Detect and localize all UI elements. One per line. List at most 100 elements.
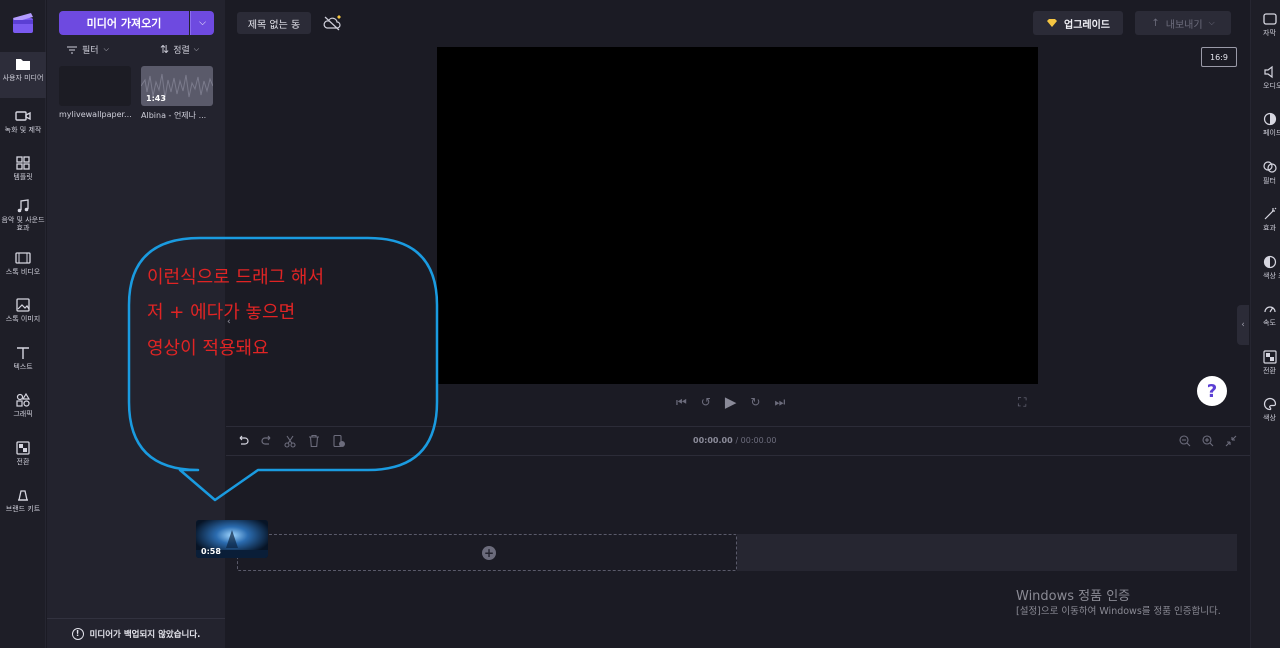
skip-forward-icon[interactable]: ⏭ [774,395,785,410]
panel-label: 색상 [1263,414,1276,422]
nav-text[interactable]: 텍스트 [0,341,46,387]
redo-icon[interactable] [260,434,274,448]
panel-audio[interactable]: 오디오 [1251,65,1280,109]
upload-icon: ↑ [1151,17,1160,29]
media-item-name: mylivewallpaper... [59,110,132,119]
music-icon [17,199,29,213]
scissors-icon[interactable] [283,434,297,448]
trash-icon[interactable] [307,434,321,448]
sort-button[interactable]: ⇅ 정렬 ⌵ [160,43,199,56]
panel-color-adjust[interactable]: 색상 조정 [1251,255,1280,299]
nav-graphics[interactable]: 그래픽 [0,388,46,434]
project-title-input[interactable]: 제목 없는 동 [237,12,311,34]
nav-label: 그래픽 [13,410,33,418]
zoom-in-icon[interactable] [1201,434,1215,448]
sort-icon: ⇅ [160,43,170,56]
nav-stock-images[interactable]: 스톡 이미지 [0,293,46,339]
panel-fade[interactable]: 페이드 [1251,112,1280,156]
right-panel-collapse-tab[interactable]: ‹ [1237,305,1249,345]
panel-label: 효과 [1263,224,1276,232]
fullscreen-icon[interactable]: ⛶ [1018,395,1026,410]
aspect-ratio-button[interactable]: 16:9 [1201,47,1237,67]
app-logo-icon[interactable] [11,12,35,34]
annotation-line-3: 영상이 적용돼요 [147,338,269,359]
upgrade-button[interactable]: 업그레이드 [1033,11,1123,35]
panel-label: 페이드 [1263,129,1280,137]
chevron-down-icon: ⌵ [193,45,200,53]
filter-icon [67,45,77,54]
import-dropdown-button[interactable]: ⌵ [190,11,214,35]
nav-stock-video[interactable]: 스톡 비디오 [0,246,46,292]
export-label: 내보내기 [1165,19,1203,31]
panel-captions[interactable]: 자막 [1251,12,1280,56]
backup-notice-text: 미디어가 백업되지 않았습니다. [89,629,201,640]
nav-label: 브랜드 키트 [5,505,41,513]
windows-activation-subtitle: [설정]으로 이동하여 Windows를 정품 인증합니다. [1016,606,1221,617]
nav-transitions[interactable]: 전환 [0,436,46,482]
import-media-button[interactable]: 미디어 가져오기 [59,11,189,35]
chevron-down-icon: ⌵ [1208,18,1215,27]
speaker-icon [1264,65,1273,79]
zoom-out-icon[interactable] [1178,434,1192,448]
camera-icon [15,111,31,121]
nav-your-media[interactable]: 사용자 미디어 [0,52,46,98]
nav-music-sfx[interactable]: 음악 및 사운드 효과 [0,194,46,240]
current-time: 00:00.00 [693,436,733,445]
effects-icon [1264,207,1277,220]
skip-back-icon[interactable]: ⏮ [676,395,687,410]
timeline-track[interactable] [737,534,1237,571]
color-adjust-icon [1263,255,1277,269]
clipchamp-editor: 사용자 미디어 녹화 및 제작 템플릿 음악 및 사운드 효과 스톡 비디오 스… [0,0,1280,648]
panel-filters[interactable]: 필터 [1251,160,1280,204]
nav-record-create[interactable]: 녹화 및 제작 [0,104,46,150]
nav-label: 스톡 이미지 [5,315,41,323]
media-thumbnail-audio[interactable]: 1:43 [141,66,213,106]
image-icon [16,298,30,312]
rewind-5s-icon[interactable]: ↺ [701,395,711,409]
nav-label: 전환 [16,458,30,466]
cloud-sync-off-icon[interactable] [322,14,342,32]
nav-brand-kit[interactable]: 브랜드 키트 [0,483,46,529]
player-controls: ⏮ ↺ ▶ ↻ ⏭ [676,393,785,411]
left-navigation: 사용자 미디어 녹화 및 제작 템플릿 음악 및 사운드 효과 스톡 비디오 스… [0,0,46,648]
chevron-down-icon: ⌵ [199,18,206,28]
filters-icon [1263,161,1277,173]
panel-effects[interactable]: 효과 [1251,207,1280,251]
add-to-timeline-icon[interactable] [332,434,346,448]
nav-label: 음악 및 사운드 효과 [1,216,45,232]
panel-transition[interactable]: 전환 [1251,350,1280,394]
panel-speed[interactable]: 속도 [1251,302,1280,346]
speed-icon [1264,306,1276,313]
undo-icon[interactable] [236,434,250,448]
text-icon [17,347,29,359]
plus-icon[interactable]: + [482,546,496,560]
annotation-line-2: 저 + 에다가 놓으면 [147,302,296,323]
fullscreen-control: ⛶ [1018,393,1026,411]
windows-activation-title: Windows 정품 인증 [1016,589,1131,604]
panel-label: 색상 조정 [1263,272,1280,280]
video-preview[interactable] [437,47,1038,384]
play-icon[interactable]: ▶ [725,393,737,411]
brand-kit-icon [18,490,28,501]
help-button[interactable]: ? [1197,376,1227,406]
nav-templates[interactable]: 템플릿 [0,151,46,197]
panel-color[interactable]: 색상 [1251,397,1280,441]
palette-icon [1263,397,1277,411]
templates-icon [16,156,30,170]
media-duration: 1:43 [146,94,166,103]
dragged-video-clip[interactable]: 0:58 [196,520,268,558]
film-icon [15,252,31,264]
panel-label: 전환 [1263,367,1276,375]
fit-timeline-icon[interactable] [1224,434,1238,448]
filter-label: 필터 [82,46,99,56]
filter-button[interactable]: 필터 ⌵ [67,43,109,56]
export-button[interactable]: ↑ 내보내기 ⌵ [1135,11,1231,35]
media-thumbnail[interactable] [59,66,131,106]
forward-5s-icon[interactable]: ↻ [750,395,760,409]
graphics-icon [16,392,31,407]
captions-icon [1263,13,1277,25]
transition-icon [16,441,30,455]
clip-duration: 0:58 [201,547,221,556]
timeline-drop-zone[interactable]: + [237,534,737,571]
backup-notice[interactable]: ! 미디어가 백업되지 않았습니다. [47,618,225,648]
